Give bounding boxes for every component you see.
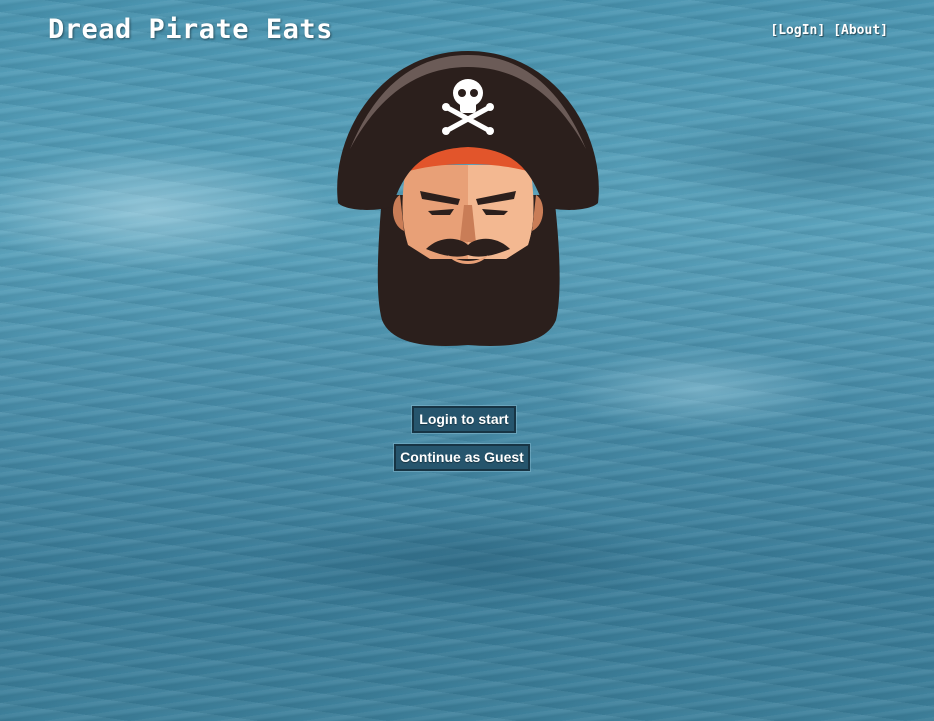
face	[392, 165, 544, 264]
pirate-mascot-logo	[337, 51, 599, 346]
top-nav: [LogIn] [About]	[770, 23, 888, 38]
login-link[interactable]: [LogIn]	[770, 23, 825, 38]
about-link[interactable]: [About]	[833, 23, 888, 38]
login-to-start-button[interactable]: Login to start	[412, 406, 516, 433]
continue-as-guest-button[interactable]: Continue as Guest	[394, 444, 530, 471]
landing-page: Dread Pirate Eats [LogIn] [About] Login …	[0, 0, 934, 721]
site-title: Dread Pirate Eats	[48, 14, 333, 45]
